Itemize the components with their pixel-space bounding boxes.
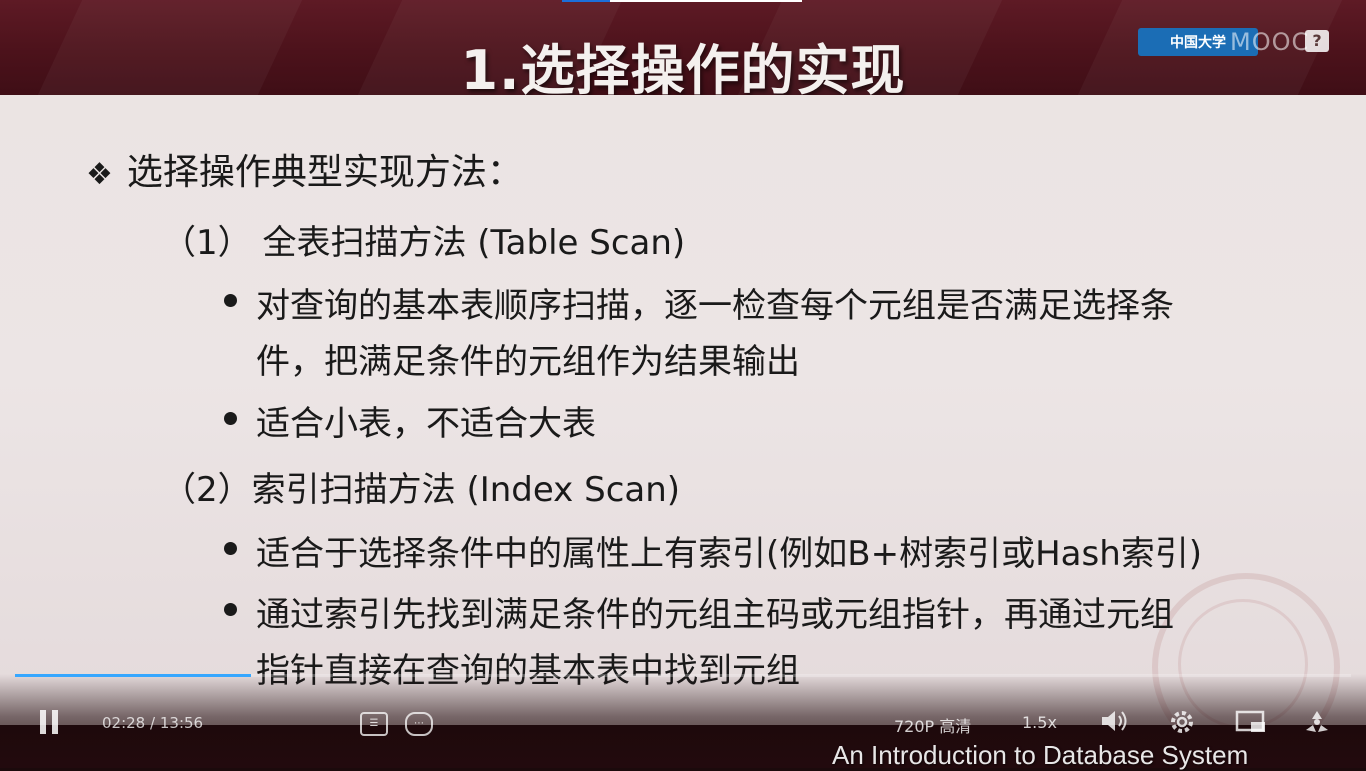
quality-selector[interactable]: 720P 高清 <box>894 713 971 737</box>
method-2-bullet-2-line-1: 通过索引先找到满足条件的元组主码或元组指针，再通过元组 <box>256 595 1174 635</box>
seek-bar[interactable] <box>15 674 1351 677</box>
current-time: 02:28 <box>102 714 146 732</box>
bullet-dot-icon <box>224 603 237 616</box>
speed-selector[interactable]: 1.5x <box>1022 713 1057 732</box>
method-1-bullet-2: 适合小表，不适合大表 <box>256 404 596 444</box>
bullet-dot-icon <box>224 542 237 555</box>
fullscreen-icon[interactable] <box>1302 708 1332 736</box>
method-2-label: （2）索引扫描方法 (Index Scan) <box>162 470 681 510</box>
total-time: 13:56 <box>159 714 204 732</box>
slide-title-bar: 1.选择操作的实现 中国大学 MOOC ? <box>0 0 1366 95</box>
video-player-controls: 02:28 / 13:56 ☰ ⋯ 720P 高清 1.5x An Introd… <box>0 674 1366 770</box>
danmaku-icon[interactable]: ⋯ <box>405 712 433 736</box>
seek-bar-progress <box>15 674 252 677</box>
diamond-bullet-icon: ❖ <box>86 157 113 192</box>
help-button[interactable]: ? <box>1305 30 1329 52</box>
volume-icon[interactable] <box>1100 708 1130 734</box>
pause-icon[interactable] <box>38 710 60 736</box>
mooc-logo: 中国大学 MOOC <box>1112 24 1332 60</box>
method-1-bullet-1-line-1: 对查询的基本表顺序扫描，逐一检查每个元组是否满足选择条 <box>256 286 1174 326</box>
method-1-bullet-1-line-2: 件，把满足条件的元组作为结果输出 <box>256 342 800 382</box>
slide-content: ❖ 选择操作典型实现方法： （1） 全表扫描方法 (Table Scan) 对查询… <box>0 95 1366 725</box>
course-name: An Introduction to Database System <box>832 740 1249 770</box>
bullet-dot-icon <box>224 412 237 425</box>
settings-icon[interactable] <box>1168 708 1196 736</box>
time-display: 02:28 / 13:56 <box>102 714 204 732</box>
subtitle-icon[interactable]: ☰ <box>360 712 388 736</box>
slide-heading: ❖ 选择操作典型实现方法： <box>86 152 523 193</box>
slide-body: ❖ 选择操作典型实现方法： （1） 全表扫描方法 (Table Scan) 对查询… <box>0 95 1366 725</box>
method-2-bullet-1: 适合于选择条件中的属性上有索引(例如B+树索引或Hash索引) <box>256 534 1203 574</box>
mooc-logo-text: MOOC <box>1230 28 1310 56</box>
picture-in-picture-icon[interactable] <box>1235 710 1267 734</box>
bullet-dot-icon <box>224 294 237 307</box>
buffer-indicator <box>562 0 802 2</box>
method-1-label: （1） 全表扫描方法 (Table Scan) <box>162 223 686 263</box>
